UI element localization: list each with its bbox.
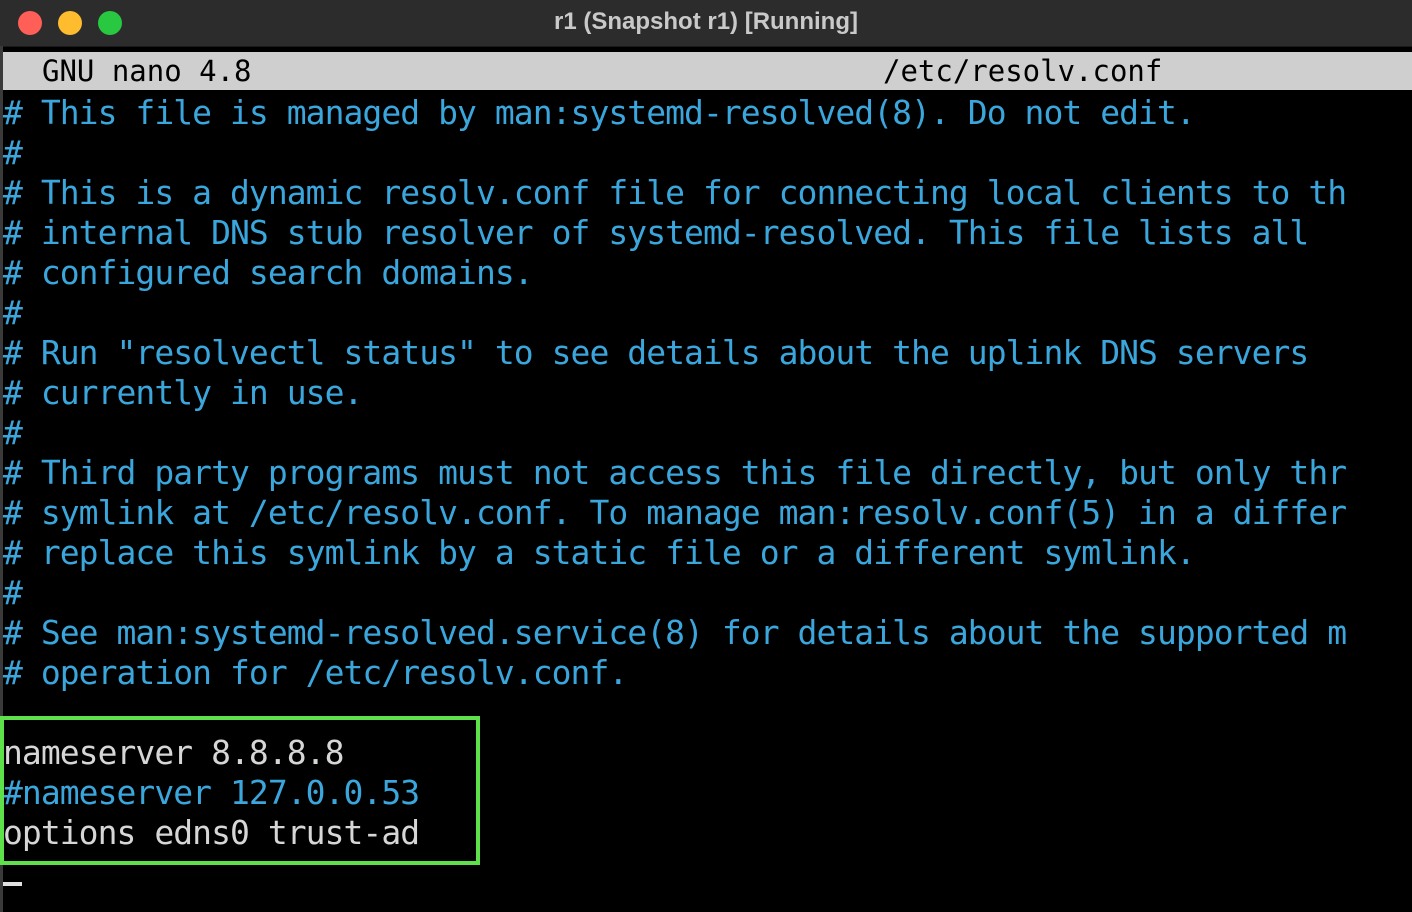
vm-window: r1 (Snapshot r1) [Running] GNU nano 4.8 … [0,0,1412,912]
buffer-line: # [3,573,23,612]
buffer-line: # currently in use. [3,373,363,412]
nano-title-bar: GNU nano 4.8 /etc/resolv.conf [3,52,1412,90]
title-bar[interactable]: r1 (Snapshot r1) [Running] [0,0,1412,47]
buffer-line: # This is a dynamic resolv.conf file for… [3,173,1347,212]
buffer-line: # [3,413,23,452]
buffer-line: # configured search domains. [3,253,534,292]
nano-filename: /etc/resolv.conf [883,54,1163,88]
buffer-line: # symlink at /etc/resolv.conf. To manage… [3,493,1347,532]
buffer-line: # Run "resolvectl status" to see details… [3,333,1309,372]
buffer-line: # operation for /etc/resolv.conf. [3,653,628,692]
buffer-line: # This file is managed by man:systemd-re… [3,93,1196,132]
buffer-line: # [3,293,23,332]
window-title: r1 (Snapshot r1) [Running] [554,8,858,35]
buffer-line: # replace this symlink by a static file … [3,533,1196,572]
buffer-line: # Third party programs must not access t… [3,453,1347,492]
text-cursor [3,882,22,886]
buffer-line: # See man:systemd-resolved.service(8) fo… [3,613,1347,652]
highlight-annotation-box [0,716,480,865]
buffer-line: # internal DNS stub resolver of systemd-… [3,213,1309,252]
buffer-line: # [3,133,23,172]
nano-version: GNU nano 4.8 [42,54,252,88]
